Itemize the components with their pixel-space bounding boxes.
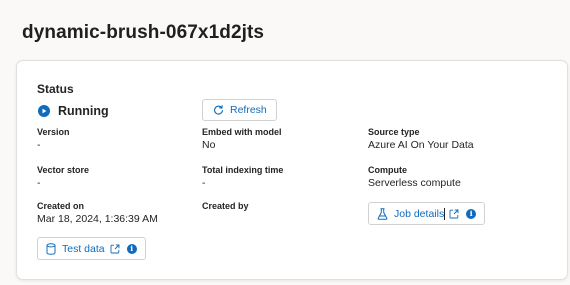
flask-icon (377, 207, 388, 220)
created-on-label: Created on (37, 201, 85, 211)
refresh-label: Refresh (230, 104, 267, 116)
version-value: - (37, 139, 41, 151)
info-icon[interactable]: i (126, 243, 137, 254)
vector-store-value: - (37, 177, 41, 189)
embed-model-value: No (202, 139, 216, 151)
database-icon (46, 242, 56, 255)
running-status-icon (38, 105, 50, 117)
embed-model-label: Embed with model (202, 127, 282, 137)
total-indexing-time-field: Total indexing time - (202, 165, 283, 190)
version-label: Version (37, 127, 70, 137)
source-type-value: Azure AI On Your Data (368, 139, 474, 151)
created-on-value: Mar 18, 2024, 1:36:39 AM (37, 213, 158, 225)
page-title: dynamic-brush-067x1d2jts (22, 22, 265, 43)
vector-store-field: Vector store - (37, 165, 89, 190)
test-data-button[interactable]: Test data i (37, 237, 146, 260)
test-data-label: Test data (62, 242, 105, 255)
status-label: Status (37, 82, 74, 96)
status-indicator: Running (38, 104, 109, 118)
source-type-label: Source type (368, 127, 420, 137)
status-value: Running (58, 104, 109, 118)
created-on-field: Created on Mar 18, 2024, 1:36:39 AM (37, 201, 158, 226)
refresh-button[interactable]: Refresh (202, 99, 277, 121)
compute-label: Compute (368, 165, 407, 175)
source-type-field: Source type Azure AI On Your Data (368, 127, 474, 152)
version-field: Version - (37, 127, 70, 152)
compute-field: Compute Serverless compute (368, 165, 461, 190)
created-by-label: Created by (202, 201, 249, 211)
job-details-label: Job details (394, 207, 445, 220)
created-by-field: Created by (202, 201, 249, 213)
vector-store-label: Vector store (37, 165, 90, 175)
total-indexing-time-label: Total indexing time (202, 165, 284, 175)
info-icon[interactable]: i (466, 208, 477, 219)
text-cursor (444, 208, 445, 220)
embed-model-field: Embed with model No (202, 127, 282, 152)
open-external-icon (110, 244, 120, 254)
open-external-icon (449, 209, 459, 219)
compute-value: Serverless compute (368, 177, 461, 189)
details-card: Status Running Refresh Version - Embed w… (16, 60, 568, 280)
total-indexing-time-value: - (202, 177, 206, 189)
job-details-button[interactable]: Job details i (368, 202, 486, 225)
refresh-icon (213, 104, 224, 116)
